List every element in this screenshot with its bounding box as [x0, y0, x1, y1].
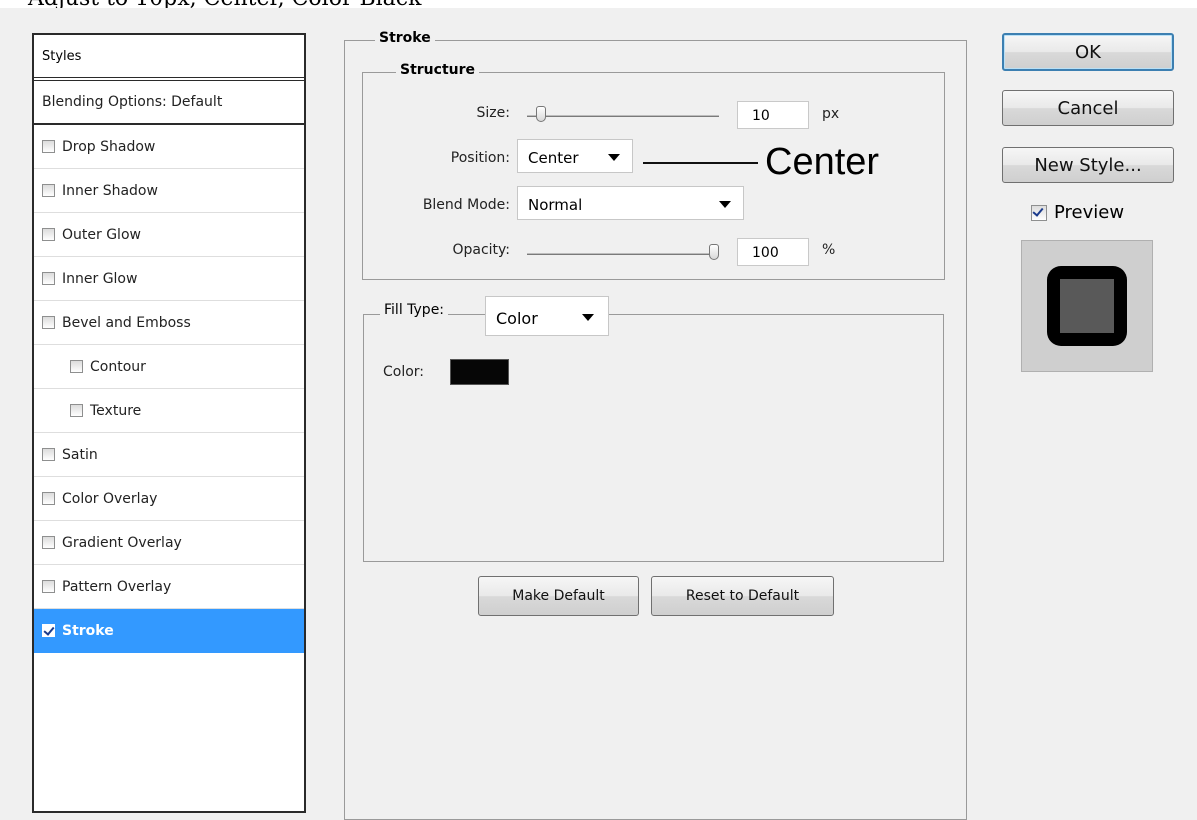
fill-type-dropdown[interactable]: Color	[485, 296, 609, 336]
styles-list: Styles Blending Options: Default Drop Sh…	[32, 33, 306, 813]
style-item-color-overlay[interactable]: Color Overlay	[34, 477, 304, 521]
blending-options-item[interactable]: Blending Options: Default	[34, 81, 304, 125]
size-slider-thumb[interactable]	[536, 106, 547, 122]
stroke-title: Stroke	[375, 30, 435, 46]
style-checkbox-color-overlay[interactable]	[42, 492, 55, 505]
position-value: Center	[528, 149, 579, 167]
fill-type-value: Color	[496, 309, 538, 328]
style-checkbox-inner-shadow[interactable]	[42, 184, 55, 197]
annotation-line	[643, 162, 758, 164]
style-item-gradient-overlay[interactable]: Gradient Overlay	[34, 521, 304, 565]
position-annotation: Center	[765, 141, 880, 183]
style-checkbox-gradient-overlay[interactable]	[42, 536, 55, 549]
style-item-label: Stroke	[62, 622, 114, 639]
cancel-button[interactable]: Cancel	[1002, 90, 1174, 126]
style-checkbox-outer-glow[interactable]	[42, 228, 55, 241]
reset-to-default-button[interactable]: Reset to Default	[651, 576, 834, 616]
style-item-label: Pattern Overlay	[62, 578, 172, 595]
opacity-slider-track[interactable]	[527, 253, 719, 255]
preview-stroke-shape	[1047, 266, 1127, 346]
blending-options-label: Blending Options: Default	[42, 94, 223, 110]
chevron-down-icon	[719, 201, 731, 208]
fill-type-group	[363, 314, 944, 562]
style-item-label: Drop Shadow	[62, 138, 156, 155]
blend-mode-label: Blend Mode:	[422, 197, 510, 213]
style-item-texture[interactable]: Texture	[34, 389, 304, 433]
fill-type-label: Fill Type:	[380, 302, 449, 318]
style-item-drop-shadow[interactable]: Drop Shadow	[34, 125, 304, 169]
style-item-label: Contour	[90, 358, 146, 375]
style-item-contour[interactable]: Contour	[34, 345, 304, 389]
position-dropdown[interactable]: Center	[517, 139, 633, 173]
opacity-slider-thumb[interactable]	[709, 244, 719, 260]
style-item-inner-shadow[interactable]: Inner Shadow	[34, 169, 304, 213]
preview-label: Preview	[1054, 202, 1125, 223]
style-item-stroke[interactable]: Stroke	[34, 609, 304, 653]
color-label: Color:	[383, 364, 425, 380]
style-checkbox-satin[interactable]	[42, 448, 55, 461]
opacity-input[interactable]: 100	[737, 238, 809, 266]
position-label: Position:	[450, 150, 510, 166]
style-item-label: Gradient Overlay	[62, 534, 182, 551]
preview-fill-shape	[1060, 279, 1114, 333]
style-checkbox-pattern-overlay[interactable]	[42, 580, 55, 593]
blend-mode-value: Normal	[528, 196, 583, 214]
make-default-button[interactable]: Make Default	[478, 576, 639, 616]
size-input[interactable]: 10	[737, 101, 809, 129]
style-item-label: Bevel and Emboss	[62, 314, 191, 331]
style-item-bevel-and-emboss[interactable]: Bevel and Emboss	[34, 301, 304, 345]
style-checkbox-contour[interactable]	[70, 360, 83, 373]
preview-checkbox[interactable]	[1031, 204, 1047, 221]
style-item-label: Satin	[62, 446, 98, 463]
style-item-label: Inner Glow	[62, 270, 138, 287]
style-item-satin[interactable]: Satin	[34, 433, 304, 477]
style-item-label: Outer Glow	[62, 226, 141, 243]
style-checkbox-stroke[interactable]	[42, 624, 55, 637]
size-unit: px	[822, 106, 840, 122]
caption-text: Adjust to 10px, Center, Color Black	[28, 0, 421, 8]
size-label: Size:	[476, 105, 510, 121]
style-item-pattern-overlay[interactable]: Pattern Overlay	[34, 565, 304, 609]
style-item-label: Color Overlay	[62, 490, 158, 507]
cropped-caption: Adjust to 10px, Center, Color Black	[0, 0, 1197, 8]
new-style-button[interactable]: New Style...	[1002, 147, 1174, 183]
chevron-down-icon	[582, 314, 594, 321]
preview-thumbnail	[1021, 240, 1153, 372]
style-item-outer-glow[interactable]: Outer Glow	[34, 213, 304, 257]
opacity-unit: %	[822, 242, 836, 258]
color-swatch[interactable]	[450, 359, 509, 385]
chevron-down-icon	[608, 154, 620, 161]
styles-header[interactable]: Styles	[34, 35, 304, 81]
style-checkbox-bevel-and-emboss[interactable]	[42, 316, 55, 329]
blend-mode-dropdown[interactable]: Normal	[517, 186, 744, 220]
style-checkbox-inner-glow[interactable]	[42, 272, 55, 285]
style-item-label: Inner Shadow	[62, 182, 158, 199]
style-item-inner-glow[interactable]: Inner Glow	[34, 257, 304, 301]
ok-button[interactable]: OK	[1002, 33, 1174, 71]
opacity-label: Opacity:	[452, 242, 510, 258]
size-slider-track[interactable]	[527, 115, 719, 117]
structure-title: Structure	[396, 62, 480, 78]
style-checkbox-drop-shadow[interactable]	[42, 140, 55, 153]
style-checkbox-texture[interactable]	[70, 404, 83, 417]
style-item-label: Texture	[90, 402, 142, 419]
preview-checkbox-row[interactable]: Preview	[1031, 202, 1124, 223]
